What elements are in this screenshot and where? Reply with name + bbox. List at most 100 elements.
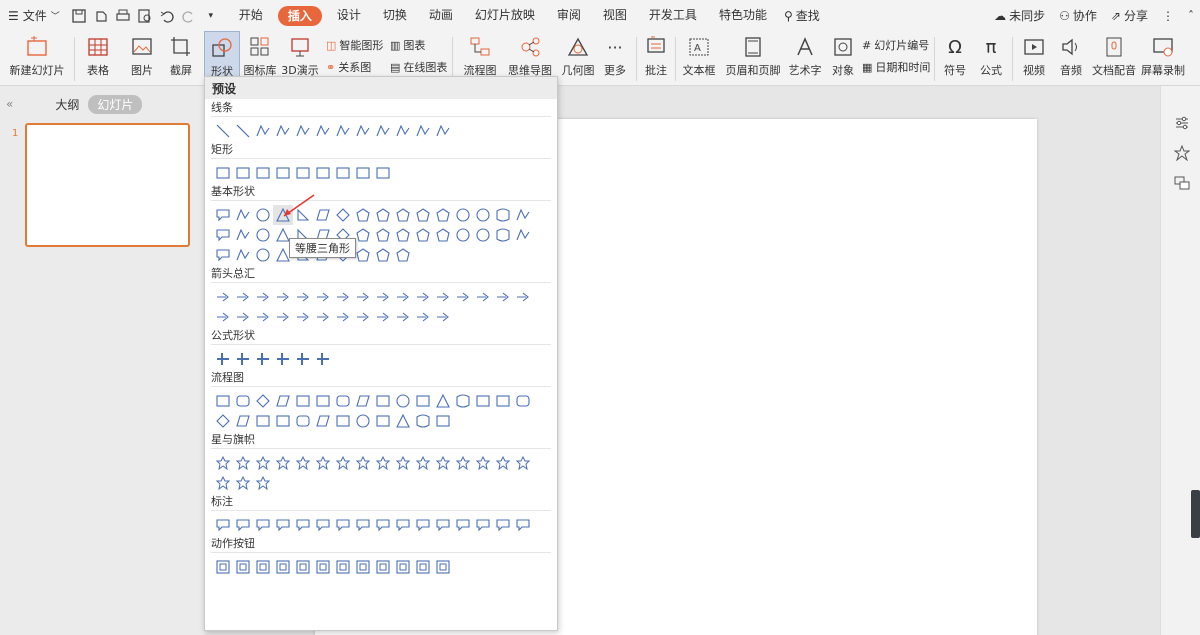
shape-option[interactable] (253, 557, 273, 577)
shape-option[interactable] (513, 225, 533, 245)
shape-option[interactable] (353, 411, 373, 431)
shape-option[interactable] (273, 349, 293, 369)
shape-option[interactable] (453, 225, 473, 245)
shape-option[interactable] (493, 225, 513, 245)
shape-option[interactable] (293, 163, 313, 183)
shape-option[interactable] (393, 391, 413, 411)
datetime-button[interactable]: ▦ 日期和时间 (862, 58, 930, 76)
shape-option[interactable] (273, 391, 293, 411)
shape-option[interactable] (253, 121, 273, 141)
shape-option[interactable] (333, 205, 353, 225)
shape-option[interactable] (273, 411, 293, 431)
shape-option[interactable] (233, 225, 253, 245)
shape-option[interactable] (313, 163, 333, 183)
geometry-button[interactable]: 几何图 (560, 31, 596, 86)
shape-option[interactable] (393, 307, 413, 327)
textbox-button[interactable]: A 文本框 (680, 31, 718, 86)
shape-option[interactable] (433, 205, 453, 225)
smart-art-button[interactable]: ◫ 智能图形 (326, 36, 383, 54)
shape-option[interactable] (273, 557, 293, 577)
transition-icon[interactable] (1173, 174, 1191, 192)
shape-option[interactable] (413, 453, 433, 473)
shape-option[interactable] (213, 307, 233, 327)
shape-option[interactable] (313, 515, 333, 535)
shape-option[interactable] (373, 205, 393, 225)
shape-option[interactable] (213, 453, 233, 473)
shape-option[interactable] (473, 453, 493, 473)
shape-option[interactable] (233, 121, 253, 141)
shape-option[interactable] (273, 163, 293, 183)
shape-option[interactable] (493, 205, 513, 225)
shape-option[interactable] (213, 163, 233, 183)
customize-icon[interactable]: ▾ (202, 7, 220, 25)
shape-option[interactable] (313, 453, 333, 473)
shape-option[interactable] (213, 205, 233, 225)
audio-button[interactable]: 音频 (1055, 31, 1087, 86)
tab-view[interactable]: 视图 (592, 0, 638, 31)
shape-option[interactable] (213, 515, 233, 535)
shape-option[interactable] (393, 245, 413, 265)
shape-option[interactable] (433, 515, 453, 535)
tab-slides[interactable]: 幻灯片 (88, 94, 143, 114)
shape-option[interactable] (453, 205, 473, 225)
shape-option[interactable] (433, 225, 453, 245)
shape-option[interactable] (233, 557, 253, 577)
shape-option[interactable] (333, 515, 353, 535)
shape-option[interactable] (353, 121, 373, 141)
shape-option[interactable] (253, 225, 273, 245)
shape-option[interactable] (233, 287, 253, 307)
shape-option[interactable] (333, 411, 353, 431)
settings-sliders-icon[interactable] (1173, 114, 1191, 132)
shape-option[interactable] (333, 163, 353, 183)
shape-option[interactable] (353, 557, 373, 577)
shape-option[interactable] (433, 411, 453, 431)
shape-option[interactable] (253, 349, 273, 369)
save-icon[interactable] (70, 7, 88, 25)
tab-slideshow[interactable]: 幻灯片放映 (464, 0, 546, 31)
video-button[interactable]: 视频 (1017, 31, 1051, 86)
shape-option[interactable] (393, 225, 413, 245)
shape-option[interactable] (493, 287, 513, 307)
shape-option[interactable] (413, 391, 433, 411)
shape-option[interactable] (213, 225, 233, 245)
shape-option[interactable] (233, 411, 253, 431)
slide-thumbnail[interactable] (25, 123, 190, 247)
shape-option[interactable] (513, 515, 533, 535)
shape-option[interactable] (373, 515, 393, 535)
shape-option[interactable] (213, 473, 233, 493)
shape-option[interactable] (333, 453, 353, 473)
tab-review[interactable]: 审阅 (546, 0, 592, 31)
share-button[interactable]: ⇗ 分享 (1111, 7, 1148, 24)
tab-start[interactable]: 开始 (228, 0, 274, 31)
shape-option[interactable] (513, 205, 533, 225)
shape-option[interactable] (433, 391, 453, 411)
shape-option[interactable] (273, 287, 293, 307)
shape-option[interactable] (293, 287, 313, 307)
shape-option[interactable] (413, 287, 433, 307)
shape-option[interactable] (233, 205, 253, 225)
shape-option[interactable] (353, 515, 373, 535)
shape-option[interactable] (373, 391, 393, 411)
shape-option[interactable] (413, 205, 433, 225)
shape-option[interactable] (313, 557, 333, 577)
shape-option[interactable] (453, 287, 473, 307)
shape-option[interactable] (393, 287, 413, 307)
tab-special[interactable]: 特色功能 (708, 0, 778, 31)
shape-option[interactable] (473, 225, 493, 245)
shape-option[interactable] (433, 121, 453, 141)
shape-option[interactable] (373, 245, 393, 265)
shape-option[interactable] (253, 163, 273, 183)
shape-option[interactable] (433, 557, 453, 577)
object-button[interactable]: 对象 (829, 31, 857, 86)
shape-option[interactable] (393, 411, 413, 431)
more-options-icon[interactable]: ⋮ (1162, 9, 1174, 23)
shape-option[interactable] (393, 453, 413, 473)
shape-option[interactable] (373, 453, 393, 473)
chart-button[interactable]: ▥ 图表 (390, 36, 425, 54)
shape-option[interactable] (213, 349, 233, 369)
shape-option[interactable] (373, 163, 393, 183)
shape-option[interactable] (393, 121, 413, 141)
relation-chart-button[interactable]: ⚭ 关系图 (326, 58, 371, 76)
shape-option[interactable] (373, 121, 393, 141)
shape-option[interactable] (473, 391, 493, 411)
